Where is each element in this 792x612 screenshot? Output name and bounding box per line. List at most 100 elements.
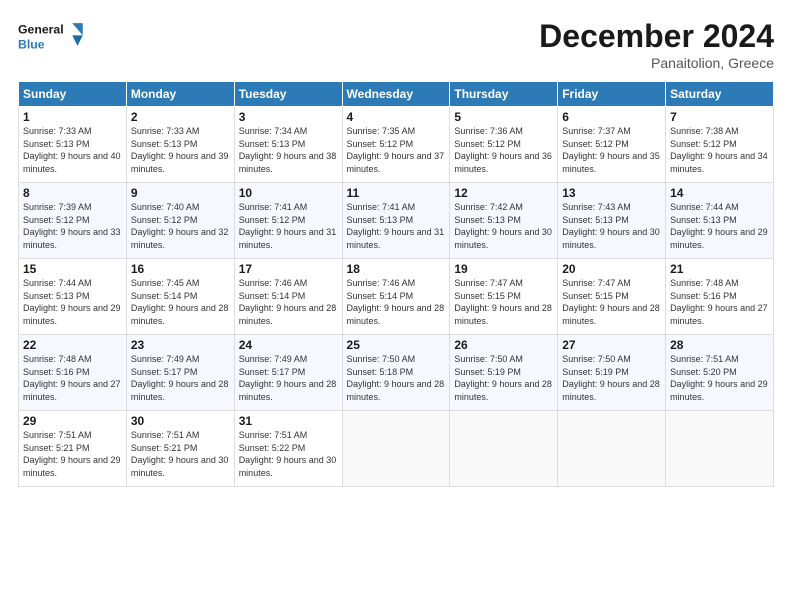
calendar-cell-1-6: 6 Sunrise: 7:37 AMSunset: 5:12 PMDayligh… [558, 107, 666, 183]
day-info: Sunrise: 7:37 AMSunset: 5:12 PMDaylight:… [562, 126, 660, 174]
page: General Blue December 2024 Panaitolion, … [0, 0, 792, 497]
col-sunday: Sunday [19, 82, 127, 107]
day-number: 2 [131, 110, 230, 124]
calendar-cell-1-1: 1 Sunrise: 7:33 AMSunset: 5:13 PMDayligh… [19, 107, 127, 183]
calendar-week-1: 1 Sunrise: 7:33 AMSunset: 5:13 PMDayligh… [19, 107, 774, 183]
day-number: 31 [239, 414, 338, 428]
calendar-week-3: 15 Sunrise: 7:44 AMSunset: 5:13 PMDaylig… [19, 259, 774, 335]
day-info: Sunrise: 7:51 AMSunset: 5:22 PMDaylight:… [239, 430, 337, 478]
header: General Blue December 2024 Panaitolion, … [18, 18, 774, 71]
logo: General Blue [18, 18, 88, 58]
calendar-cell-5-4 [342, 411, 450, 487]
day-info: Sunrise: 7:48 AMSunset: 5:16 PMDaylight:… [23, 354, 121, 402]
day-number: 30 [131, 414, 230, 428]
day-info: Sunrise: 7:50 AMSunset: 5:19 PMDaylight:… [562, 354, 660, 402]
location: Panaitolion, Greece [539, 55, 774, 71]
calendar-cell-4-6: 27 Sunrise: 7:50 AMSunset: 5:19 PMDaylig… [558, 335, 666, 411]
day-number: 5 [454, 110, 553, 124]
day-info: Sunrise: 7:44 AMSunset: 5:13 PMDaylight:… [23, 278, 121, 326]
day-number: 15 [23, 262, 122, 276]
day-info: Sunrise: 7:50 AMSunset: 5:19 PMDaylight:… [454, 354, 552, 402]
calendar-table: Sunday Monday Tuesday Wednesday Thursday… [18, 81, 774, 487]
calendar-cell-4-5: 26 Sunrise: 7:50 AMSunset: 5:19 PMDaylig… [450, 335, 558, 411]
day-number: 19 [454, 262, 553, 276]
day-info: Sunrise: 7:51 AMSunset: 5:20 PMDaylight:… [670, 354, 768, 402]
calendar-cell-2-7: 14 Sunrise: 7:44 AMSunset: 5:13 PMDaylig… [666, 183, 774, 259]
col-thursday: Thursday [450, 82, 558, 107]
calendar-header-row: Sunday Monday Tuesday Wednesday Thursday… [19, 82, 774, 107]
day-info: Sunrise: 7:36 AMSunset: 5:12 PMDaylight:… [454, 126, 552, 174]
calendar-cell-5-5 [450, 411, 558, 487]
day-number: 20 [562, 262, 661, 276]
calendar-week-5: 29 Sunrise: 7:51 AMSunset: 5:21 PMDaylig… [19, 411, 774, 487]
svg-text:Blue: Blue [18, 38, 45, 52]
day-number: 6 [562, 110, 661, 124]
day-number: 26 [454, 338, 553, 352]
calendar-cell-3-3: 17 Sunrise: 7:46 AMSunset: 5:14 PMDaylig… [234, 259, 342, 335]
col-saturday: Saturday [666, 82, 774, 107]
day-info: Sunrise: 7:42 AMSunset: 5:13 PMDaylight:… [454, 202, 552, 250]
day-info: Sunrise: 7:41 AMSunset: 5:12 PMDaylight:… [239, 202, 337, 250]
calendar-cell-4-3: 24 Sunrise: 7:49 AMSunset: 5:17 PMDaylig… [234, 335, 342, 411]
day-info: Sunrise: 7:47 AMSunset: 5:15 PMDaylight:… [562, 278, 660, 326]
day-number: 16 [131, 262, 230, 276]
calendar-cell-4-7: 28 Sunrise: 7:51 AMSunset: 5:20 PMDaylig… [666, 335, 774, 411]
day-number: 17 [239, 262, 338, 276]
day-number: 1 [23, 110, 122, 124]
calendar-cell-3-6: 20 Sunrise: 7:47 AMSunset: 5:15 PMDaylig… [558, 259, 666, 335]
day-number: 28 [670, 338, 769, 352]
calendar-cell-2-3: 10 Sunrise: 7:41 AMSunset: 5:12 PMDaylig… [234, 183, 342, 259]
calendar-cell-3-1: 15 Sunrise: 7:44 AMSunset: 5:13 PMDaylig… [19, 259, 127, 335]
calendar-cell-3-7: 21 Sunrise: 7:48 AMSunset: 5:16 PMDaylig… [666, 259, 774, 335]
day-number: 7 [670, 110, 769, 124]
day-number: 11 [347, 186, 446, 200]
calendar-cell-4-1: 22 Sunrise: 7:48 AMSunset: 5:16 PMDaylig… [19, 335, 127, 411]
svg-text:General: General [18, 23, 64, 37]
day-info: Sunrise: 7:46 AMSunset: 5:14 PMDaylight:… [347, 278, 445, 326]
col-monday: Monday [126, 82, 234, 107]
day-number: 24 [239, 338, 338, 352]
calendar-cell-5-3: 31 Sunrise: 7:51 AMSunset: 5:22 PMDaylig… [234, 411, 342, 487]
calendar-week-4: 22 Sunrise: 7:48 AMSunset: 5:16 PMDaylig… [19, 335, 774, 411]
calendar-cell-5-6 [558, 411, 666, 487]
calendar-cell-3-4: 18 Sunrise: 7:46 AMSunset: 5:14 PMDaylig… [342, 259, 450, 335]
calendar-cell-1-3: 3 Sunrise: 7:34 AMSunset: 5:13 PMDayligh… [234, 107, 342, 183]
day-number: 27 [562, 338, 661, 352]
calendar-cell-5-2: 30 Sunrise: 7:51 AMSunset: 5:21 PMDaylig… [126, 411, 234, 487]
calendar-cell-2-4: 11 Sunrise: 7:41 AMSunset: 5:13 PMDaylig… [342, 183, 450, 259]
day-number: 3 [239, 110, 338, 124]
day-info: Sunrise: 7:41 AMSunset: 5:13 PMDaylight:… [347, 202, 445, 250]
calendar-cell-1-5: 5 Sunrise: 7:36 AMSunset: 5:12 PMDayligh… [450, 107, 558, 183]
calendar-cell-2-2: 9 Sunrise: 7:40 AMSunset: 5:12 PMDayligh… [126, 183, 234, 259]
col-tuesday: Tuesday [234, 82, 342, 107]
day-number: 8 [23, 186, 122, 200]
day-info: Sunrise: 7:50 AMSunset: 5:18 PMDaylight:… [347, 354, 445, 402]
day-info: Sunrise: 7:45 AMSunset: 5:14 PMDaylight:… [131, 278, 229, 326]
calendar-week-2: 8 Sunrise: 7:39 AMSunset: 5:12 PMDayligh… [19, 183, 774, 259]
day-info: Sunrise: 7:33 AMSunset: 5:13 PMDaylight:… [131, 126, 229, 174]
day-number: 29 [23, 414, 122, 428]
day-info: Sunrise: 7:47 AMSunset: 5:15 PMDaylight:… [454, 278, 552, 326]
day-info: Sunrise: 7:39 AMSunset: 5:12 PMDaylight:… [23, 202, 121, 250]
day-info: Sunrise: 7:51 AMSunset: 5:21 PMDaylight:… [131, 430, 229, 478]
col-friday: Friday [558, 82, 666, 107]
day-info: Sunrise: 7:34 AMSunset: 5:13 PMDaylight:… [239, 126, 337, 174]
day-number: 13 [562, 186, 661, 200]
day-number: 9 [131, 186, 230, 200]
day-info: Sunrise: 7:51 AMSunset: 5:21 PMDaylight:… [23, 430, 121, 478]
day-info: Sunrise: 7:48 AMSunset: 5:16 PMDaylight:… [670, 278, 768, 326]
day-number: 21 [670, 262, 769, 276]
month-title: December 2024 [539, 18, 774, 55]
day-info: Sunrise: 7:33 AMSunset: 5:13 PMDaylight:… [23, 126, 121, 174]
day-info: Sunrise: 7:49 AMSunset: 5:17 PMDaylight:… [239, 354, 337, 402]
calendar-cell-4-2: 23 Sunrise: 7:49 AMSunset: 5:17 PMDaylig… [126, 335, 234, 411]
day-info: Sunrise: 7:35 AMSunset: 5:12 PMDaylight:… [347, 126, 445, 174]
day-number: 14 [670, 186, 769, 200]
calendar-cell-5-7 [666, 411, 774, 487]
day-number: 4 [347, 110, 446, 124]
calendar-cell-1-7: 7 Sunrise: 7:38 AMSunset: 5:12 PMDayligh… [666, 107, 774, 183]
general-blue-logo-icon: General Blue [18, 18, 88, 58]
day-info: Sunrise: 7:43 AMSunset: 5:13 PMDaylight:… [562, 202, 660, 250]
calendar-cell-3-5: 19 Sunrise: 7:47 AMSunset: 5:15 PMDaylig… [450, 259, 558, 335]
day-info: Sunrise: 7:46 AMSunset: 5:14 PMDaylight:… [239, 278, 337, 326]
